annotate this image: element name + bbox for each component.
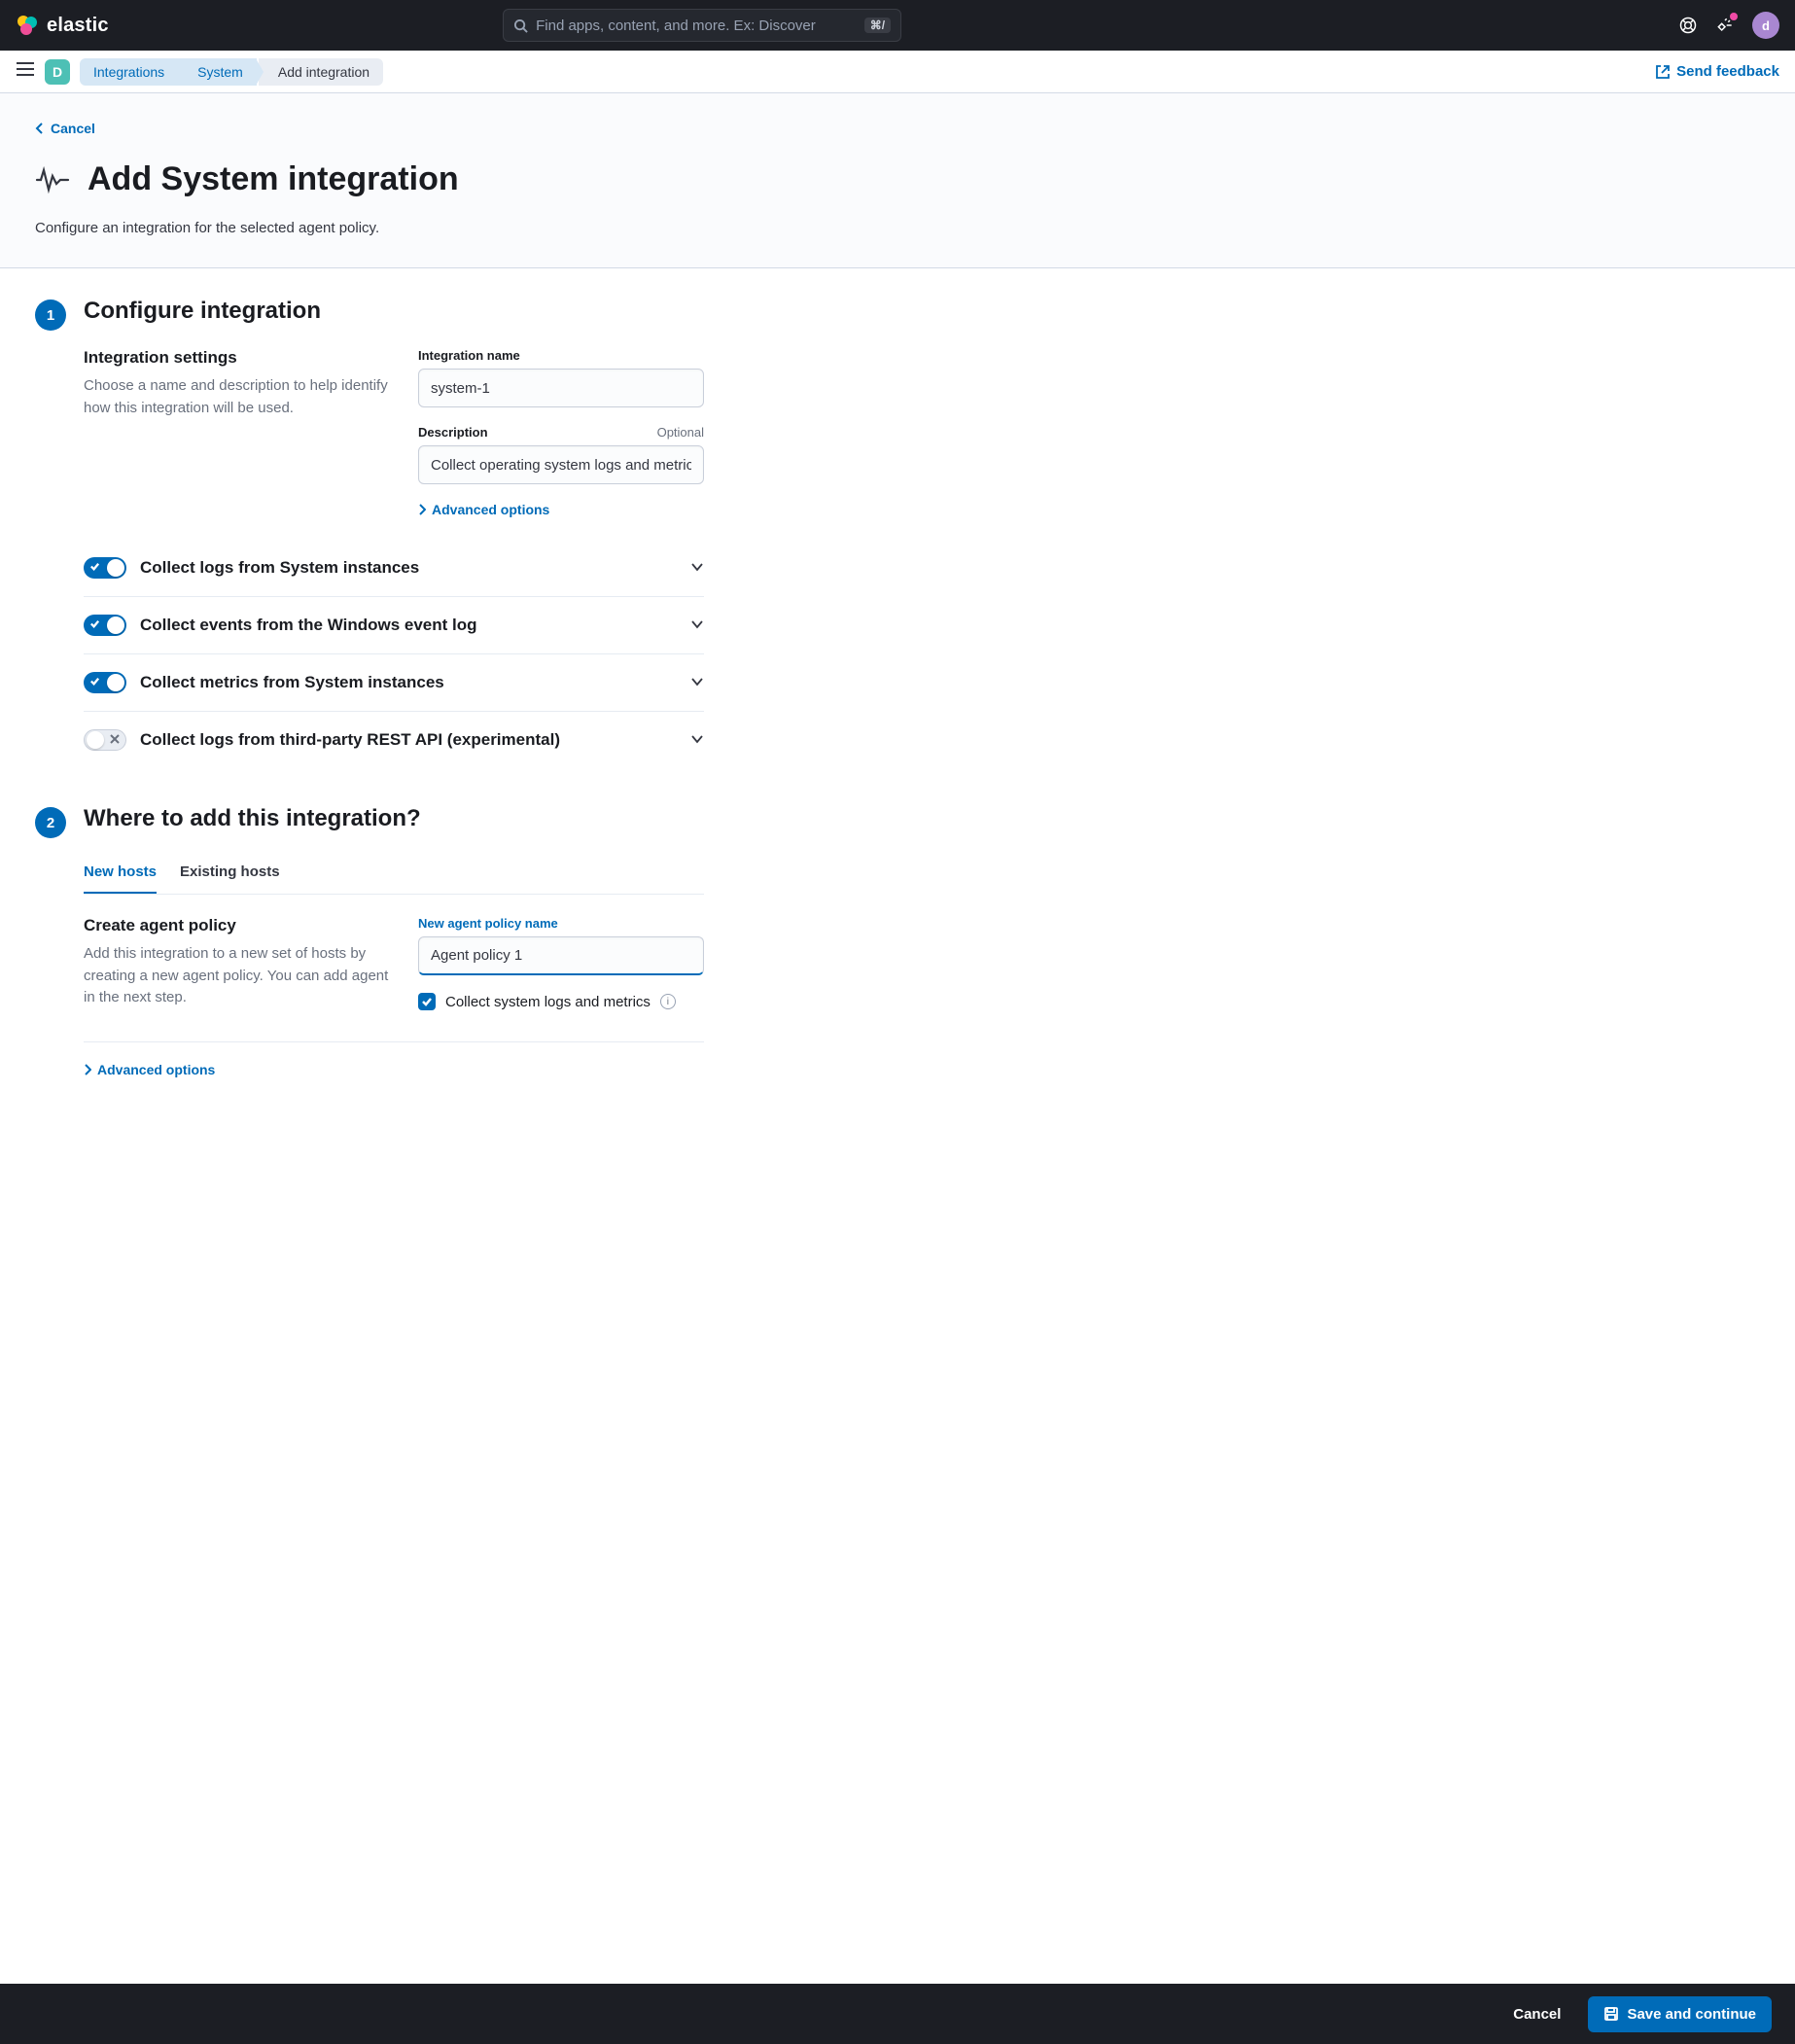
breadcrumb: Integrations System Add integration (80, 58, 383, 86)
policy-name-label: New agent policy name (418, 916, 704, 931)
chevron-left-icon (35, 123, 45, 134)
user-avatar[interactable]: d (1752, 12, 1779, 39)
step-1-title: Configure integration (84, 298, 704, 325)
check-icon (89, 676, 100, 689)
advanced-options-toggle[interactable]: Advanced options (418, 502, 549, 517)
step-1: 1 Configure integration Integration sett… (35, 298, 704, 768)
integration-name-input[interactable] (418, 369, 704, 407)
advanced-options-toggle-2[interactable]: Advanced options (84, 1062, 215, 1077)
page-subtitle: Configure an integration for the selecte… (35, 220, 1760, 236)
news-icon[interactable] (1715, 16, 1735, 35)
page-title: Add System integration (88, 160, 459, 198)
x-icon (110, 733, 120, 747)
policy-name-input[interactable] (418, 936, 704, 975)
chevron-down-icon[interactable] (690, 674, 704, 691)
toggle-knob (107, 559, 124, 577)
create-policy-heading: Create agent policy (84, 916, 395, 935)
collect-row: Collect logs from System instances (84, 540, 704, 597)
description-label: Description Optional (418, 425, 704, 440)
search-input[interactable] (536, 18, 864, 34)
toggle-switch[interactable] (84, 615, 126, 636)
chevron-right-icon (84, 1064, 91, 1075)
footer-bar: Cancel Save and continue (0, 1984, 1795, 2044)
system-integration-icon (35, 162, 70, 197)
host-tabs: New hosts Existing hosts (84, 856, 704, 895)
toggle-switch[interactable] (84, 729, 126, 751)
collect-label: Collect logs from System instances (140, 558, 419, 578)
crumb-integrations[interactable]: Integrations (80, 58, 178, 86)
check-icon (89, 618, 100, 632)
toggle-switch[interactable] (84, 557, 126, 579)
chevron-down-icon[interactable] (690, 617, 704, 634)
check-icon (89, 561, 100, 575)
chevron-right-icon (418, 504, 426, 515)
collect-label: Collect metrics from System instances (140, 673, 444, 692)
toggle-switch[interactable] (84, 672, 126, 693)
collect-system-logs-checkbox[interactable] (418, 993, 436, 1010)
save-button[interactable]: Save and continue (1588, 1996, 1772, 2032)
step-1-badge: 1 (35, 300, 66, 331)
integration-name-label: Integration name (418, 348, 704, 363)
search-icon (513, 18, 528, 33)
cancel-button[interactable]: Cancel (1501, 1998, 1572, 2030)
space-selector[interactable]: D (45, 59, 70, 85)
collect-row: Collect metrics from System instances (84, 654, 704, 712)
integration-settings-desc: Choose a name and description to help id… (84, 375, 395, 419)
collect-label: Collect events from the Windows event lo… (140, 616, 477, 635)
divider (84, 1041, 704, 1042)
info-icon[interactable]: i (660, 994, 676, 1009)
brand-text: elastic (47, 15, 109, 37)
send-feedback-link[interactable]: Send feedback (1655, 63, 1779, 80)
global-search: ⌘/ (503, 9, 901, 42)
step-2: 2 Where to add this integration? New hos… (35, 805, 704, 1080)
search-kbd-hint: ⌘/ (864, 18, 891, 33)
main-content: 1 Configure integration Integration sett… (0, 268, 739, 1234)
checkbox-label: Collect system logs and metrics (445, 994, 651, 1010)
toggle-knob (87, 731, 104, 749)
help-icon[interactable] (1678, 16, 1698, 35)
brand-logo[interactable]: elastic (16, 14, 109, 37)
header-actions: d (1678, 12, 1779, 39)
save-icon (1603, 2006, 1619, 2022)
page-header: Cancel Add System integration Configure … (0, 93, 1795, 268)
sub-header: D Integrations System Add integration Se… (0, 51, 1795, 93)
tab-existing-hosts[interactable]: Existing hosts (180, 856, 280, 894)
toggle-knob (107, 617, 124, 634)
collect-row: Collect logs from third-party REST API (… (84, 712, 704, 768)
create-policy-desc: Add this integration to a new set of hos… (84, 943, 395, 1009)
menu-toggle-icon[interactable] (16, 61, 35, 82)
collect-label: Collect logs from third-party REST API (… (140, 730, 560, 750)
tab-new-hosts[interactable]: New hosts (84, 856, 157, 894)
integration-settings-heading: Integration settings (84, 348, 395, 368)
back-cancel-link[interactable]: Cancel (35, 121, 95, 136)
crumb-system[interactable]: System (178, 58, 257, 86)
step-2-title: Where to add this integration? (84, 805, 704, 832)
chevron-down-icon[interactable] (690, 559, 704, 577)
step-2-badge: 2 (35, 807, 66, 838)
top-header: elastic ⌘/ d (0, 0, 1795, 51)
collect-row: Collect events from the Windows event lo… (84, 597, 704, 654)
search-box[interactable]: ⌘/ (503, 9, 901, 42)
external-link-icon (1655, 64, 1671, 80)
crumb-current: Add integration (259, 58, 383, 86)
description-input[interactable] (418, 445, 704, 484)
chevron-down-icon[interactable] (690, 731, 704, 749)
elastic-logo-icon (16, 14, 39, 37)
notification-dot (1730, 13, 1738, 20)
toggle-knob (107, 674, 124, 691)
